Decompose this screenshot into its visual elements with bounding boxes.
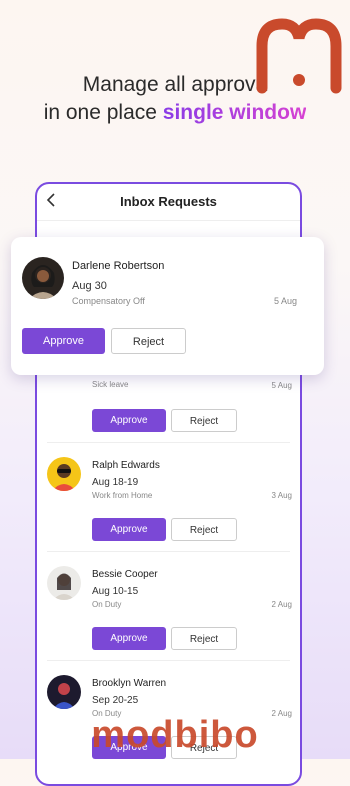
request-date: Aug 30 bbox=[72, 280, 107, 292]
highlighted-request-card: Darlene Robertson Aug 30 Compensatory Of… bbox=[11, 237, 324, 375]
headline-accent: single window bbox=[162, 101, 307, 124]
svg-text:modbibo: modbibo bbox=[91, 714, 258, 756]
request-card: Bessie Cooper Aug 10-15 On Duty 2 Aug Ap… bbox=[37, 552, 300, 662]
reject-button[interactable]: Reject bbox=[111, 328, 186, 354]
request-type: Compensatory Off bbox=[72, 296, 145, 306]
request-type: On Duty bbox=[92, 600, 122, 609]
requester-name: Brooklyn Warren bbox=[92, 678, 167, 689]
headline-prefix: in one place bbox=[43, 101, 163, 124]
approve-button[interactable]: Approve bbox=[92, 518, 166, 541]
headline-line-2: in one place single window bbox=[0, 98, 350, 128]
requester-name: Darlene Robertson bbox=[72, 260, 165, 272]
modbibo-m-logo bbox=[256, 18, 342, 94]
request-date: Aug 10-15 bbox=[92, 586, 139, 597]
reject-button[interactable]: Reject bbox=[171, 409, 237, 432]
approve-button[interactable]: Approve bbox=[92, 409, 166, 432]
request-date-stamp: 3 Aug bbox=[271, 491, 292, 500]
modbibo-watermark-logo: modbibo bbox=[91, 714, 258, 756]
reject-button[interactable]: Reject bbox=[171, 518, 237, 541]
request-date: Sep 20-25 bbox=[92, 695, 139, 706]
avatar bbox=[22, 257, 64, 299]
requester-name: Bessie Cooper bbox=[92, 569, 158, 580]
request-type: Sick leave bbox=[92, 380, 129, 389]
reject-button[interactable]: Reject bbox=[171, 627, 237, 650]
request-date-stamp: 5 Aug bbox=[273, 296, 297, 306]
avatar bbox=[47, 566, 81, 600]
page-title: Inbox Requests bbox=[120, 194, 217, 209]
request-date: Aug 18-19 bbox=[92, 477, 139, 488]
request-type: Work from Home bbox=[92, 491, 153, 500]
request-date-stamp: 5 Aug bbox=[271, 381, 292, 390]
avatar bbox=[47, 675, 81, 709]
avatar bbox=[47, 457, 81, 491]
requester-name: Ralph Edwards bbox=[92, 460, 160, 471]
request-card: Ralph Edwards Aug 18-19 Work from Home 3… bbox=[37, 443, 300, 553]
approve-button[interactable]: Approve bbox=[22, 328, 105, 354]
app-header: Inbox Requests bbox=[37, 184, 300, 221]
approve-button[interactable]: Approve bbox=[92, 627, 166, 650]
request-date-stamp: 2 Aug bbox=[271, 600, 292, 609]
